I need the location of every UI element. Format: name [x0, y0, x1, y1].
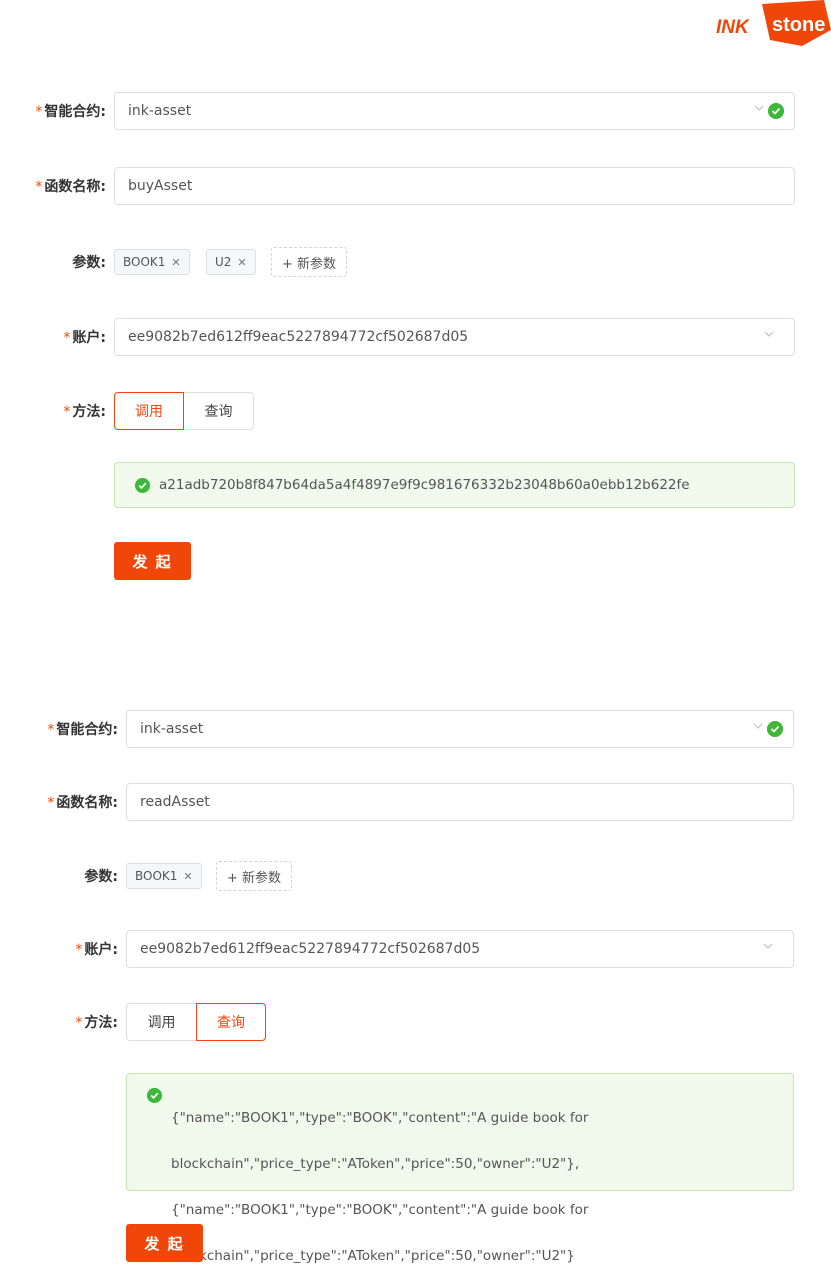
method-switch: 调用 查询: [126, 1003, 266, 1041]
function-label: * 函数名称:: [35, 179, 106, 195]
form2-account-row: * 账户:: [0, 930, 126, 968]
form1-params-row: 参数:: [0, 249, 114, 275]
result-box: a21adb720b8f847b64da5a4f4897e9f9c9816763…: [114, 462, 795, 508]
result-line: blockchain","price_type":"AToken","price…: [171, 1248, 575, 1264]
close-icon[interactable]: ✕: [171, 256, 180, 269]
contract-select[interactable]: ink-asset: [126, 710, 794, 748]
form1-contract-row: * 智能合约:: [0, 92, 114, 130]
form1-method-row: * 方法:: [0, 392, 114, 430]
param-tag[interactable]: BOOK1 ✕: [114, 249, 190, 275]
form2-function-row: * 函数名称:: [0, 783, 126, 821]
result-text: a21adb720b8f847b64da5a4f4897e9f9c9816763…: [159, 477, 690, 493]
method-invoke-button[interactable]: 调用: [114, 392, 184, 430]
contract-select[interactable]: ink-asset: [114, 92, 795, 130]
result-box: {"name":"BOOK1","type":"BOOK","content":…: [126, 1073, 794, 1264]
account-label: * 账户:: [63, 330, 106, 346]
function-input[interactable]: buyAsset: [114, 167, 795, 205]
param-tag[interactable]: U2 ✕: [206, 249, 256, 275]
method-label: * 方法:: [63, 404, 106, 420]
close-icon[interactable]: ✕: [183, 870, 192, 883]
method-query-button[interactable]: 查询: [196, 1003, 266, 1041]
params-label: 参数:: [72, 255, 106, 271]
account-select[interactable]: ee9082b7ed612ff9eac5227894772cf502687d05: [114, 318, 795, 356]
form1-account-row: * 账户:: [0, 318, 114, 356]
submit-button[interactable]: 发 起: [114, 542, 191, 580]
logo-text: stone: [772, 14, 825, 36]
check-circle-icon: [768, 103, 784, 119]
ink-logo: INK stone: [714, 0, 831, 46]
result-text: {"name":"BOOK1","type":"BOOK","content":…: [171, 1084, 588, 1287]
new-param-button[interactable]: + 新参数: [216, 861, 293, 891]
form2-params-row: 参数:: [0, 863, 126, 889]
form2-method-row: * 方法:: [0, 1003, 126, 1041]
function-input[interactable]: readAsset: [126, 783, 794, 821]
contract-label: * 智能合约:: [35, 104, 106, 120]
account-select[interactable]: ee9082b7ed612ff9eac5227894772cf502687d05: [126, 930, 794, 968]
form2-contract-row: * 智能合约:: [0, 710, 126, 748]
result-line: {"name":"BOOK1","type":"BOOK","content":…: [171, 1202, 589, 1218]
chevron-down-icon: [763, 943, 773, 949]
method-query-button[interactable]: 查询: [184, 392, 254, 430]
method-switch: 调用 查询: [114, 392, 254, 430]
close-icon[interactable]: ✕: [237, 256, 246, 269]
param-tag[interactable]: BOOK1 ✕: [126, 863, 202, 889]
check-circle-icon: [147, 1088, 162, 1103]
result-line: {"name":"BOOK1","type":"BOOK","content":…: [171, 1110, 589, 1126]
params-label: 参数:: [84, 869, 118, 885]
chevron-down-icon: [764, 331, 774, 337]
result-line: blockchain","price_type":"AToken","price…: [171, 1156, 580, 1172]
logo-mark: INK: [716, 17, 750, 38]
chevron-down-icon: [754, 105, 764, 111]
contract-label: * 智能合约:: [47, 722, 118, 738]
form1-function-row: * 函数名称:: [0, 167, 114, 205]
account-label: * 账户:: [75, 942, 118, 958]
submit-button[interactable]: 发 起: [126, 1224, 203, 1262]
method-label: * 方法:: [75, 1015, 118, 1031]
check-circle-icon: [767, 721, 783, 737]
new-param-button[interactable]: + 新参数: [271, 247, 348, 277]
method-invoke-button[interactable]: 调用: [126, 1003, 196, 1041]
chevron-down-icon: [753, 723, 763, 729]
check-circle-icon: [135, 478, 150, 493]
function-label: * 函数名称:: [47, 795, 118, 811]
